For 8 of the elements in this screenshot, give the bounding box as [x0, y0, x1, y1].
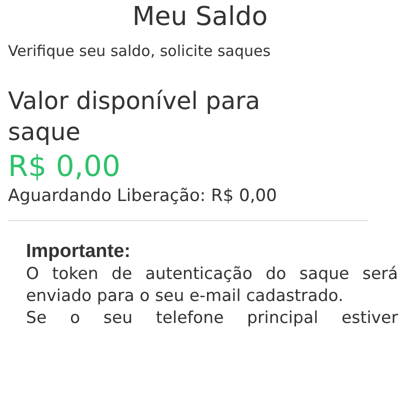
- notice-text: O token de autenticação do saque será enviado para o seu e-mail cadastrado.: [26, 263, 398, 307]
- notice-heading: Importante:: [26, 241, 132, 263]
- page-subtitle: Verifique seu saldo, solicite saques: [8, 42, 272, 60]
- page-title: Meu Saldo: [131, 1, 269, 32]
- balance-label: Valor disponível para saque: [8, 86, 262, 148]
- pending-balance: Aguardando Liberação: R$ 0,00: [8, 186, 278, 206]
- balance-value: R$ 0,00: [8, 148, 122, 184]
- notice-text: Se o seu telefone principal estiver: [26, 307, 398, 329]
